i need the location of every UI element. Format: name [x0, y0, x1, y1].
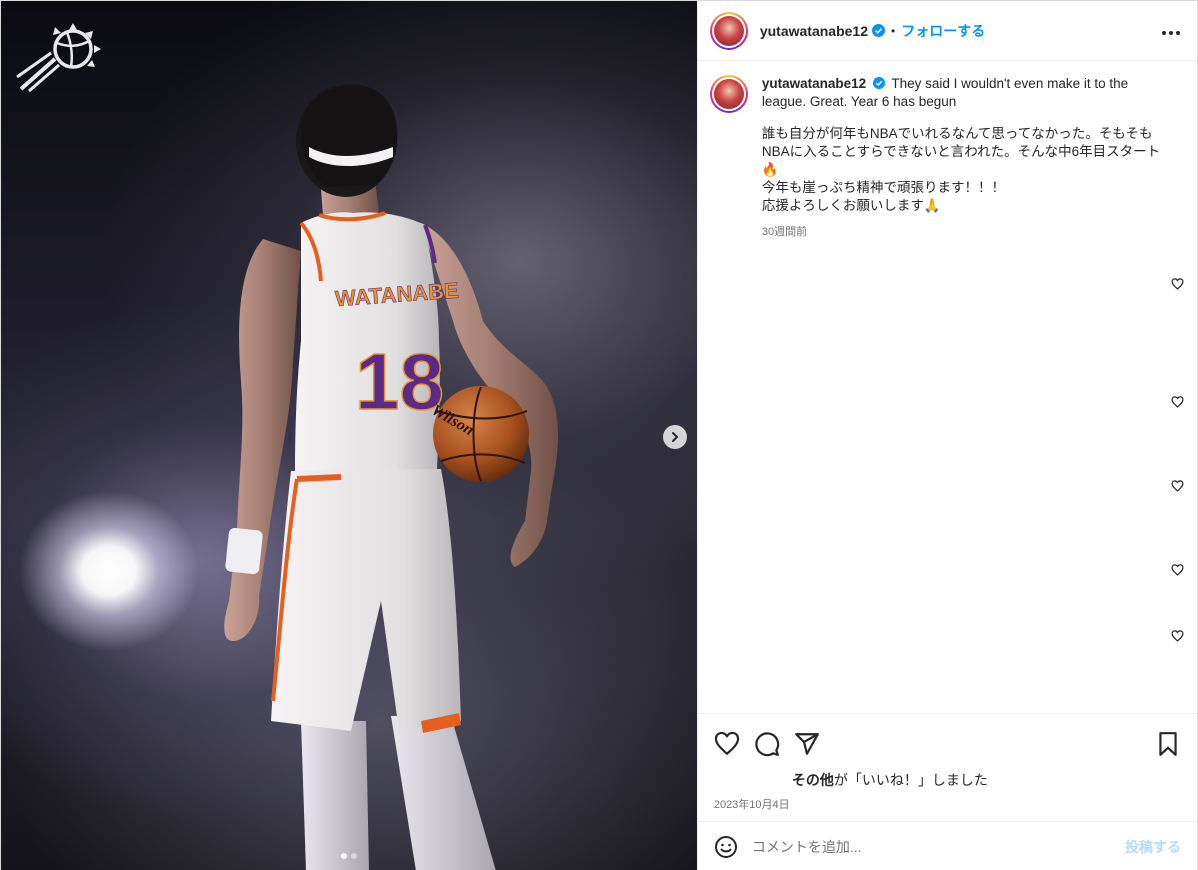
- caption-line-3: 応援よろしくお願いします🙏: [761, 198, 941, 213]
- likes-summary: その他が「いいね！」しました: [791, 772, 988, 788]
- post-modal: WATANABE 18 Wilson yutawatanabe12 • フォロー…: [0, 0, 1198, 870]
- post-image[interactable]: WATANABE 18 Wilson: [1, 1, 697, 870]
- verified-badge-icon: [872, 77, 885, 89]
- comment-like-icon[interactable]: [1171, 630, 1184, 642]
- comment-like-icon[interactable]: [1171, 564, 1184, 576]
- post-details-panel: yutawatanabe12 • フォローする yutawatanabe12 T…: [696, 1, 1197, 870]
- comment-bar: 投稿する: [697, 821, 1197, 870]
- more-options-button[interactable]: [1161, 20, 1181, 41]
- caption-line-2: 今年も崖っぷち精神で頑張ります！！！: [761, 180, 1005, 195]
- save-bookmark-icon[interactable]: [1155, 731, 1181, 757]
- action-bar: その他が「いいね！」しました 2023年10月4日: [697, 713, 1197, 812]
- carousel-indicator: [341, 853, 357, 859]
- share-icon[interactable]: [794, 731, 820, 757]
- chevron-right-icon: [672, 432, 679, 442]
- caption-line-1: 誰も自分が何年もNBAでいれるなんて思ってなかった。そもそもNBAに入ることすら…: [761, 126, 1161, 177]
- comment-input[interactable]: [751, 838, 1125, 855]
- like-icon[interactable]: [714, 731, 740, 757]
- username-link[interactable]: yutawatanabe12: [760, 23, 868, 39]
- avatar[interactable]: [709, 11, 748, 50]
- comment-icon[interactable]: [754, 731, 780, 757]
- post-date[interactable]: 2023年10月4日: [698, 790, 1197, 812]
- jersey-lettering: WATANABE 18 Wilson: [334, 277, 477, 440]
- more-horizontal-icon: [1162, 31, 1180, 35]
- emoji-icon[interactable]: [714, 835, 738, 859]
- follow-button[interactable]: フォローする: [901, 21, 985, 41]
- caption-username[interactable]: yutawatanabe12: [762, 76, 866, 91]
- caption-timestamp: 30週間前: [761, 226, 808, 238]
- caption: yutawatanabe12 They said I wouldn't even…: [698, 61, 1197, 241]
- verified-badge-icon: [872, 24, 885, 37]
- ball-brand: Wilson: [429, 402, 477, 440]
- jersey-name: WATANABE: [334, 278, 459, 312]
- carousel-next-button[interactable]: [663, 425, 687, 449]
- comment-like-icon[interactable]: [1171, 278, 1184, 290]
- separator-dot: •: [891, 23, 896, 38]
- suns-logo-icon: [16, 23, 101, 93]
- comment-like-icon[interactable]: [1171, 396, 1184, 408]
- post-header: yutawatanabe12 • フォローする: [697, 1, 1197, 61]
- caption-avatar[interactable]: [709, 75, 748, 113]
- post-comment-button[interactable]: 投稿する: [1125, 837, 1181, 857]
- likes-text[interactable]: その他が「いいね！」しました: [698, 758, 1197, 790]
- comment-like-icon[interactable]: [1171, 480, 1184, 492]
- carousel-dot-2: [351, 853, 357, 859]
- carousel-dot-1: [341, 853, 347, 859]
- caption-body: yutawatanabe12 They said I wouldn't even…: [762, 75, 1162, 241]
